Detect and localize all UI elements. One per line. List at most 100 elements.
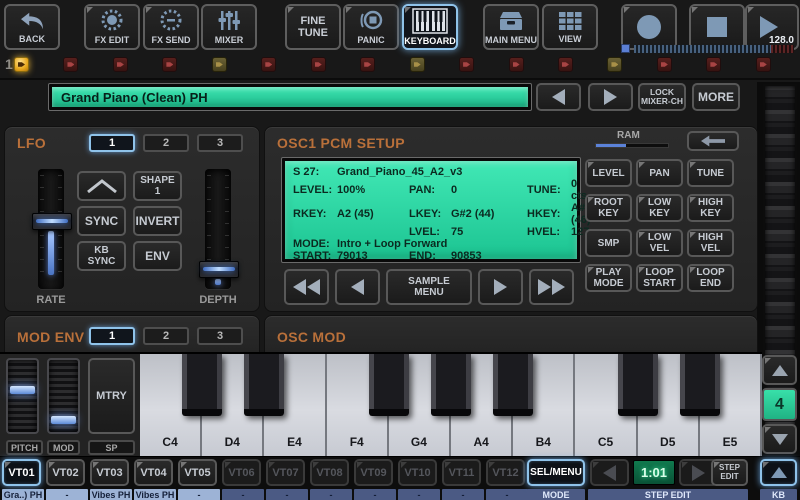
piano-key-black[interactable] [618, 354, 658, 416]
keyboard-button[interactable]: KEYBOARD [402, 4, 458, 50]
octave-up-button[interactable] [762, 355, 797, 385]
osc1-param-button[interactable]: PLAY MODE [585, 264, 632, 292]
sample-menu-button[interactable]: SAMPLE MENU [386, 269, 472, 305]
track-status-icon[interactable] [706, 57, 721, 72]
fx-edit-button[interactable]: FX EDIT [84, 4, 140, 50]
step-edit-button[interactable]: STEP EDIT [711, 459, 748, 486]
next-sound-button[interactable] [588, 83, 633, 111]
mod-wheel[interactable] [47, 358, 80, 434]
pattern-prev-button[interactable] [590, 459, 629, 486]
vt-track-button[interactable]: VT03 [90, 459, 129, 486]
panic-button[interactable]: PANIC [343, 4, 399, 50]
depth-slider[interactable] [205, 169, 231, 309]
piano-key-black[interactable] [244, 354, 284, 416]
track-status-icon[interactable] [113, 57, 128, 72]
shape-button[interactable]: SHAPE 1 [133, 171, 182, 201]
mod-env-tab[interactable]: 2 [143, 327, 189, 345]
rate-slider-thumb[interactable] [32, 213, 72, 230]
sel-menu-button[interactable]: SEL/MENU [527, 459, 585, 486]
osc1-param-button[interactable]: LOW KEY [636, 194, 683, 222]
track-status-icon[interactable] [756, 57, 771, 72]
sample-prev-fast-button[interactable] [284, 269, 329, 305]
track-status-icon[interactable] [311, 57, 326, 72]
tab-label: 3 [217, 137, 223, 149]
osc1-param-button[interactable]: PAN [636, 159, 683, 187]
stop-button[interactable] [689, 4, 745, 50]
osc1-param-button[interactable]: SMP [585, 229, 632, 257]
kb-toggle-button[interactable] [760, 459, 797, 486]
piano-key-black[interactable] [493, 354, 533, 416]
vt-track-button[interactable]: VT07 [266, 459, 305, 486]
mod-env-tab[interactable]: 3 [197, 327, 243, 345]
sample-next-fast-button[interactable] [529, 269, 574, 305]
piano-key-black[interactable] [431, 354, 471, 416]
vt-track-button[interactable]: VT04 [134, 459, 173, 486]
sync-button[interactable]: SYNC [77, 206, 126, 236]
octave-down-button[interactable] [762, 424, 797, 454]
lfo-wave-shape-button[interactable] [77, 171, 126, 201]
lock-mixer-ch-button[interactable]: LOCK MIXER-CH [638, 83, 686, 111]
track-status-icon[interactable] [657, 57, 672, 72]
osc1-param-button[interactable]: HIGH VEL [687, 229, 734, 257]
env-button[interactable]: ENV [133, 241, 182, 271]
vt-track-label: - [178, 489, 220, 500]
osc1-param-button[interactable]: LOOP START [636, 264, 683, 292]
piano-key-black[interactable] [182, 354, 222, 416]
vt-track-button[interactable]: VT02 [46, 459, 85, 486]
more-button[interactable]: MORE [692, 83, 740, 111]
vt-track-button[interactable]: VT06 [222, 459, 261, 486]
track-status-icon[interactable] [63, 57, 78, 72]
kb-sync-button[interactable]: KB SYNC [77, 241, 126, 271]
vt-track-button[interactable]: VT11 [442, 459, 481, 486]
sample-next-button[interactable] [478, 269, 523, 305]
lfo-tab[interactable]: 3 [197, 134, 243, 152]
track-status-icon[interactable] [360, 57, 375, 72]
playhead-indicator[interactable] [621, 44, 630, 53]
fx-send-button[interactable]: FX SEND [143, 4, 199, 50]
track-status-icon[interactable] [509, 57, 524, 72]
piano-key-black[interactable] [680, 354, 720, 416]
osc1-param-button[interactable]: TUNE [687, 159, 734, 187]
lfo-tab[interactable]: 1 [89, 134, 135, 152]
depth-slider-thumb[interactable] [199, 261, 239, 278]
play-button[interactable]: 128.0 [745, 4, 799, 50]
pitch-wheel[interactable] [6, 358, 39, 434]
rate-slider[interactable] [38, 169, 64, 309]
track-status-icon[interactable] [410, 57, 425, 72]
vt-track-button[interactable]: VT05 [178, 459, 217, 486]
osc1-param-button[interactable]: ROOT KEY [585, 194, 632, 222]
track-status-icon[interactable] [261, 57, 276, 72]
lfo-tab[interactable]: 2 [143, 134, 189, 152]
osc1-param-button[interactable]: LOW VEL [636, 229, 683, 257]
track-status-icon[interactable] [459, 57, 474, 72]
main-menu-button[interactable]: MAIN MENU [483, 4, 539, 50]
vt-track-button[interactable]: VT01 [2, 459, 41, 486]
view-button[interactable]: VIEW [542, 4, 598, 50]
mtry-button[interactable]: MTRY [88, 358, 135, 434]
collapse-button[interactable] [687, 131, 739, 151]
track-status-icon[interactable] [558, 57, 573, 72]
track-status-icon[interactable] [212, 57, 227, 72]
track-status-icon[interactable] [162, 57, 177, 72]
sample-prev-button[interactable] [335, 269, 380, 305]
transport-progress-bar[interactable] [634, 45, 771, 53]
osc1-param-button[interactable]: HIGH KEY [687, 194, 734, 222]
fine-tune-button[interactable]: FINE TUNE [285, 4, 341, 50]
sound-name-display[interactable]: Grand Piano (Clean) PH [52, 87, 528, 107]
osc1-param-button[interactable]: LOOP END [687, 264, 734, 292]
vt-track-button[interactable]: VT10 [398, 459, 437, 486]
track-status-icon[interactable] [607, 57, 622, 72]
track-status-icon[interactable] [14, 57, 29, 72]
vt-track-button[interactable]: VT09 [354, 459, 393, 486]
mod-env-tab[interactable]: 1 [89, 327, 135, 345]
mixer-button[interactable]: MIXER [201, 4, 257, 50]
vt-track-button[interactable]: VT08 [310, 459, 349, 486]
prev-sound-button[interactable] [536, 83, 581, 111]
transport-progress-end [771, 45, 794, 53]
osc1-param-button[interactable]: LEVEL [585, 159, 632, 187]
piano-key-black[interactable] [369, 354, 409, 416]
invert-label: INVERT [135, 214, 179, 228]
back-button[interactable]: BACK [4, 4, 60, 50]
vt-track-button[interactable]: VT12 [486, 459, 525, 486]
invert-button[interactable]: INVERT [133, 206, 182, 236]
